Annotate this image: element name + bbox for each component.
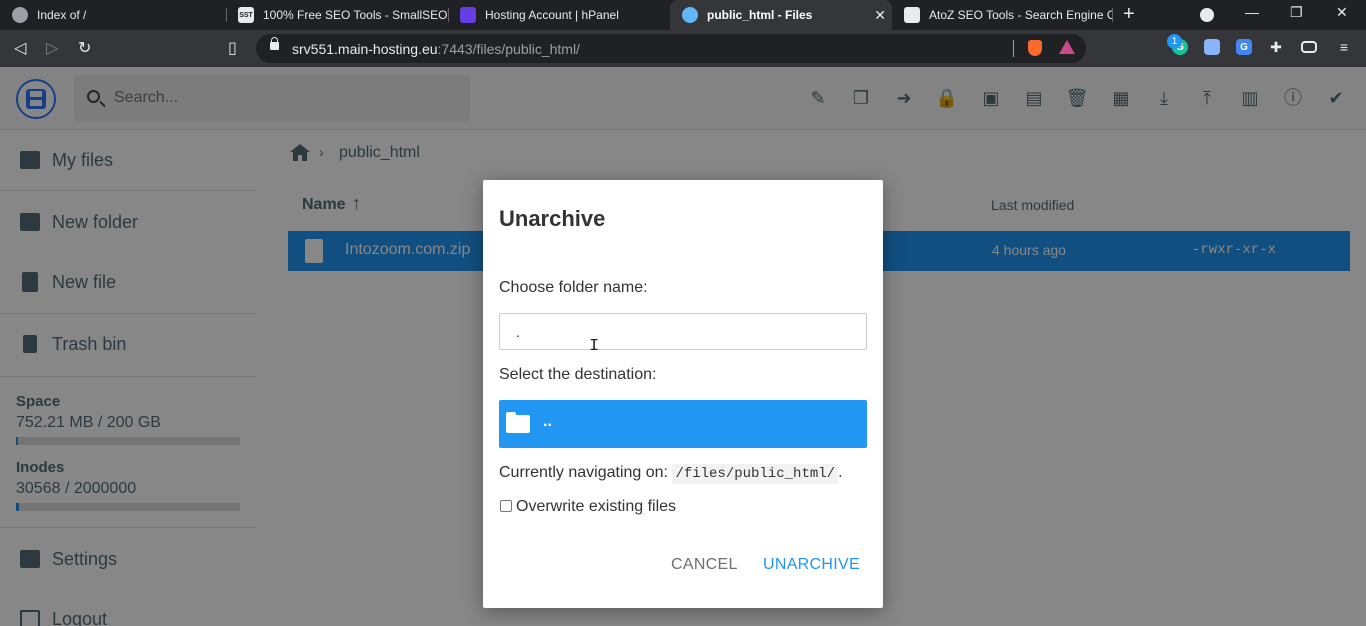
close-window-icon[interactable]: ✕	[1336, 4, 1348, 21]
tab-hpanel[interactable]: Hosting Account | hPanel	[448, 0, 670, 30]
unarchive-dialog: Unarchive Choose folder name: I Select t…	[483, 180, 883, 608]
current-path-text: Currently navigating on: /files/public_h…	[499, 464, 843, 484]
lock-icon	[270, 37, 279, 50]
tab-separator	[1112, 8, 1113, 22]
brave-rewards-icon[interactable]	[1059, 40, 1075, 54]
folder-name-label: Choose folder name:	[499, 279, 648, 296]
tab-public-html-files[interactable]: public_html - Files ✕	[670, 0, 892, 30]
hpanel-icon	[460, 7, 476, 23]
folder-icon	[506, 412, 530, 433]
translate-icon[interactable]: G	[1236, 39, 1252, 55]
text-cursor-icon: I	[589, 337, 600, 356]
extensions-puzzle-icon[interactable]: ✚	[1268, 39, 1284, 55]
forward-icon[interactable]: ▷	[46, 38, 58, 58]
tab-search-icon[interactable]	[1200, 8, 1214, 22]
browser-tab-bar: Index of / SST 100% Free SEO Tools - Sma…	[0, 0, 1366, 30]
menu-icon[interactable]: ≡	[1336, 39, 1352, 55]
url-text[interactable]: srv551.main-hosting.eu:7443/files/public…	[292, 41, 580, 57]
download-badge: 1	[1167, 34, 1182, 49]
dialog-title: Unarchive	[499, 206, 606, 231]
overwrite-checkbox[interactable]	[500, 500, 512, 512]
wallet-icon[interactable]	[1301, 41, 1317, 53]
folder-name-input[interactable]	[499, 313, 867, 350]
destination-item-label: ..	[543, 413, 552, 430]
overwrite-label[interactable]: Overwrite existing files	[516, 498, 676, 516]
bookmark-icon[interactable]: ▯	[228, 38, 237, 58]
extension-profile-icon[interactable]	[1204, 39, 1220, 55]
brave-shields-icon[interactable]	[1028, 40, 1042, 56]
tab-smallseotools[interactable]: SST 100% Free SEO Tools - SmallSEOTools	[226, 0, 448, 30]
back-icon[interactable]: ◁	[14, 38, 26, 58]
tab-index-of[interactable]: Index of /	[0, 0, 226, 30]
browser-toolbar: ◁ ▷ ↻ ▯ srv551.main-hosting.eu:7443/file…	[0, 30, 1366, 67]
divider	[1013, 40, 1014, 57]
destination-item-parent[interactable]: ..	[499, 400, 867, 448]
destination-label: Select the destination:	[499, 366, 657, 383]
current-path: /files/public_html/	[672, 464, 839, 484]
sst-icon: SST	[238, 7, 254, 23]
cancel-button[interactable]: CANCEL	[671, 556, 738, 574]
tab-atoz-seo[interactable]: AtoZ SEO Tools - Search Engine Op	[892, 0, 1112, 30]
unarchive-button[interactable]: UNARCHIVE	[763, 556, 860, 574]
new-tab-button[interactable]: +	[1123, 3, 1135, 26]
globe-icon	[12, 7, 28, 23]
atoz-icon	[904, 7, 920, 23]
close-tab-icon[interactable]: ✕	[874, 7, 886, 23]
restore-icon[interactable]: ❐	[1290, 4, 1303, 21]
address-bar[interactable]: srv551.main-hosting.eu:7443/files/public…	[256, 34, 1086, 63]
filebrowser-icon	[682, 7, 698, 23]
minimize-icon[interactable]: —	[1245, 4, 1259, 20]
reload-icon[interactable]: ↻	[78, 38, 91, 58]
